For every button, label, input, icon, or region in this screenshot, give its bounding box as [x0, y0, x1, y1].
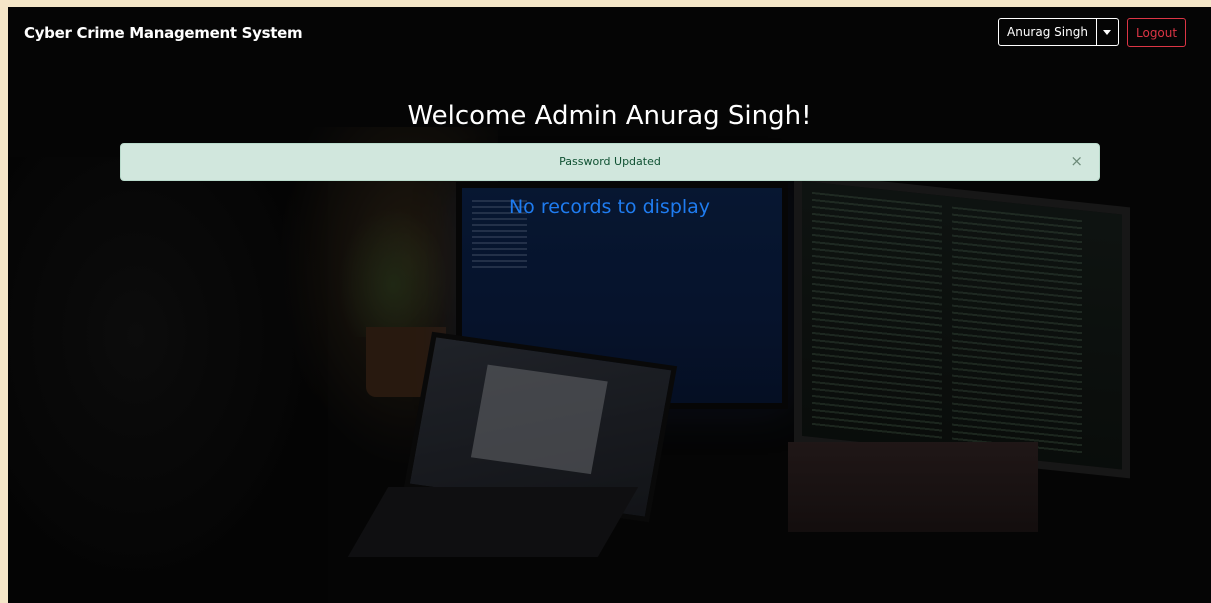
page-title: Welcome Admin Anurag Singh! — [407, 101, 812, 131]
background-dim-overlay — [8, 7, 1211, 603]
brand-title[interactable]: Cyber Crime Management System — [24, 24, 303, 42]
app-window: Cyber Crime Management System Anurag Sin… — [8, 7, 1211, 603]
close-icon[interactable]: × — [1070, 152, 1083, 170]
chevron-down-icon — [1103, 29, 1112, 35]
background-photo — [8, 7, 1211, 603]
empty-state-message: No records to display — [508, 196, 711, 218]
navbar: Cyber Crime Management System Anurag Sin… — [8, 7, 1211, 62]
user-dropdown: Anurag Singh — [998, 18, 1119, 46]
logout-button[interactable]: Logout — [1127, 18, 1187, 47]
user-dropdown-toggle[interactable] — [1096, 18, 1119, 46]
success-alert: Password Updated × — [120, 143, 1100, 181]
alert-message: Password Updated — [559, 155, 661, 168]
user-name-button[interactable]: Anurag Singh — [998, 18, 1097, 46]
